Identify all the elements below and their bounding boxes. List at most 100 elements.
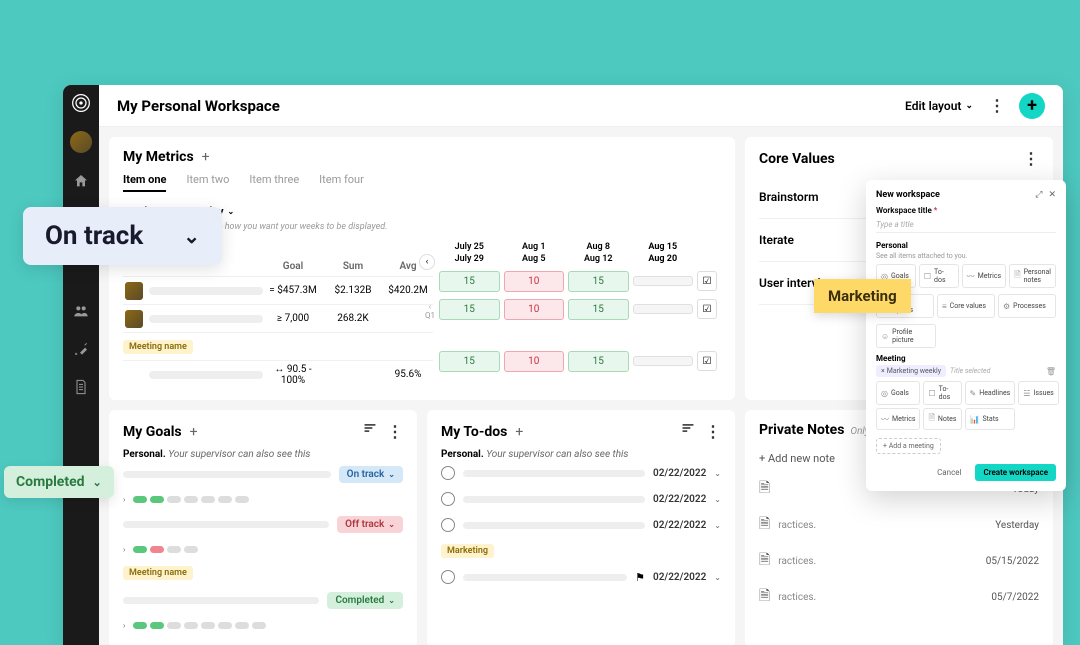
- chevron-down-icon[interactable]: ⌄: [714, 495, 721, 504]
- add-goal-icon[interactable]: +: [190, 424, 198, 440]
- chevron-down-icon[interactable]: ⌄: [714, 521, 721, 530]
- cancel-button[interactable]: Cancel: [929, 464, 969, 481]
- meeting-section-label: Meeting: [876, 354, 1056, 363]
- check-icon[interactable]: ☑: [697, 351, 717, 371]
- expand-icon[interactable]: ›: [123, 621, 125, 630]
- meeting-tag[interactable]: × Marketing weekly: [876, 365, 946, 377]
- chip-todos[interactable]: ☐To-dos: [919, 264, 959, 288]
- user-avatar-icon: [125, 310, 143, 328]
- col-sum: Sum: [323, 261, 383, 272]
- todo-row[interactable]: 02/22/2022⌄: [441, 486, 721, 512]
- todos-title: My To-dos: [441, 424, 507, 440]
- more-options-icon[interactable]: ⋮: [705, 422, 721, 441]
- user-avatar-icon[interactable]: [70, 131, 92, 153]
- chip-m-stats[interactable]: 📊Stats: [965, 408, 1016, 430]
- chip-profile-picture[interactable]: ☺Profile picture: [876, 324, 936, 348]
- left-sidebar: [63, 85, 99, 645]
- status-offtrack[interactable]: Off track ⌄: [337, 516, 403, 533]
- add-metric-icon[interactable]: +: [202, 149, 210, 165]
- chip-processes[interactable]: ⚙Processes: [998, 294, 1056, 318]
- goal-nav-left-icon[interactable]: ‹: [419, 254, 435, 270]
- tab-item-three[interactable]: Item three: [249, 173, 299, 192]
- metric-value-empty[interactable]: [633, 356, 694, 366]
- chip-core-values[interactable]: ≡Core values: [937, 294, 995, 318]
- add-button[interactable]: +: [1019, 93, 1045, 119]
- status-ontrack[interactable]: On track ⌄: [339, 466, 403, 483]
- goal-row: Completed ⌄: [123, 586, 403, 615]
- chip-metrics[interactable]: 〰Metrics: [962, 264, 1006, 288]
- metric-value[interactable]: 10: [504, 271, 565, 292]
- metrics-title: My Metrics: [123, 149, 194, 165]
- delete-icon[interactable]: 🗑: [1046, 367, 1056, 376]
- todo-checkbox-icon[interactable]: [441, 492, 455, 506]
- note-row[interactable]: 🗎ractices.Yesterday: [759, 507, 1039, 543]
- todo-checkbox-icon[interactable]: [441, 518, 455, 532]
- chip-m-issues[interactable]: ☱Issues: [1018, 381, 1059, 405]
- meeting-name-tag: Meeting name: [123, 340, 193, 354]
- more-options-icon[interactable]: ⋮: [989, 96, 1005, 115]
- edit-layout-button[interactable]: Edit layout ⌄: [905, 99, 973, 113]
- metric-value[interactable]: 15: [568, 271, 629, 292]
- home-icon[interactable]: [71, 171, 91, 191]
- header-bar: My Personal Workspace Edit layout ⌄ ⋮ +: [99, 85, 1063, 127]
- metric-value[interactable]: 15: [439, 299, 500, 320]
- tab-item-two[interactable]: Item two: [186, 173, 229, 192]
- create-workspace-button[interactable]: Create workspace: [975, 464, 1056, 481]
- people-icon[interactable]: [71, 301, 91, 321]
- goal-row: On track ⌄: [123, 460, 403, 489]
- chip-m-todos[interactable]: ☐To-dos: [923, 381, 961, 405]
- chevron-down-icon[interactable]: ⌄: [714, 573, 721, 582]
- sort-icon[interactable]: [681, 422, 695, 441]
- metric-value[interactable]: 15: [568, 351, 629, 372]
- personal-hint: See all items attached to you.: [876, 252, 1056, 260]
- sort-icon[interactable]: [363, 422, 377, 441]
- chip-m-metrics[interactable]: 〰Metrics: [876, 408, 920, 430]
- col-goal: Goal: [263, 261, 323, 272]
- check-icon[interactable]: ☑: [697, 299, 717, 319]
- close-icon[interactable]: ✕: [1048, 190, 1056, 200]
- metric-value[interactable]: 15: [568, 299, 629, 320]
- note-icon: 🗎: [759, 585, 770, 609]
- goal-pills-row: ›: [123, 489, 403, 510]
- check-icon[interactable]: ☑: [697, 271, 717, 291]
- metric-value[interactable]: 15: [439, 271, 500, 292]
- app-logo-icon[interactable]: [71, 93, 91, 113]
- more-options-icon[interactable]: ⋮: [387, 422, 403, 441]
- expand-icon[interactable]: ›: [123, 545, 125, 554]
- note-row[interactable]: 🗎ractices.05/15/2022: [759, 543, 1039, 579]
- todo-checkbox-icon[interactable]: [441, 570, 455, 584]
- add-meeting-button[interactable]: + Add a meeting: [876, 438, 941, 454]
- settings-icon[interactable]: [71, 339, 91, 359]
- chevron-down-icon[interactable]: ⌄: [714, 469, 721, 478]
- page-title: My Personal Workspace: [117, 97, 905, 115]
- metric-value[interactable]: 10: [504, 299, 565, 320]
- expand-icon[interactable]: ›: [123, 495, 125, 504]
- chip-m-headlines[interactable]: ✎Headlines: [965, 381, 1016, 405]
- document-icon[interactable]: [71, 377, 91, 397]
- core-values-title: Core Values: [759, 151, 835, 167]
- chip-m-goals[interactable]: ◎Goals: [876, 381, 920, 405]
- more-options-icon[interactable]: ⋮: [1023, 149, 1039, 168]
- highlight-marketing-badge: Marketing: [814, 279, 911, 313]
- add-todo-icon[interactable]: +: [515, 424, 523, 440]
- metric-value-empty[interactable]: [633, 304, 694, 314]
- note-icon: 🗎: [759, 549, 770, 573]
- tab-item-four[interactable]: Item four: [319, 173, 364, 192]
- note-icon: 🗎: [759, 513, 770, 537]
- metric-value[interactable]: 10: [504, 351, 565, 372]
- chip-personal-notes[interactable]: 🗎Personal notes: [1009, 264, 1056, 288]
- metric-value[interactable]: 15: [439, 351, 500, 372]
- tab-item-one[interactable]: Item one: [123, 173, 166, 192]
- quarter-nav[interactable]: ‹Q1: [425, 302, 435, 320]
- todo-row[interactable]: 02/22/2022⌄: [441, 512, 721, 538]
- note-row[interactable]: 🗎ractices.05/7/2022: [759, 579, 1039, 615]
- metric-row: ↔ 90.5 - 100% 95.6%: [123, 360, 433, 388]
- workspace-title-input[interactable]: Type a title: [876, 217, 1056, 233]
- metric-value-empty[interactable]: [633, 276, 694, 286]
- todo-checkbox-icon[interactable]: [441, 466, 455, 480]
- chip-m-notes[interactable]: 🗎Notes: [923, 408, 961, 430]
- expand-icon[interactable]: ⤢: [1035, 190, 1042, 200]
- todo-row[interactable]: ⚑02/22/2022⌄: [441, 564, 721, 590]
- status-completed[interactable]: Completed ⌄: [327, 592, 403, 609]
- todo-row[interactable]: 02/22/2022⌄: [441, 460, 721, 486]
